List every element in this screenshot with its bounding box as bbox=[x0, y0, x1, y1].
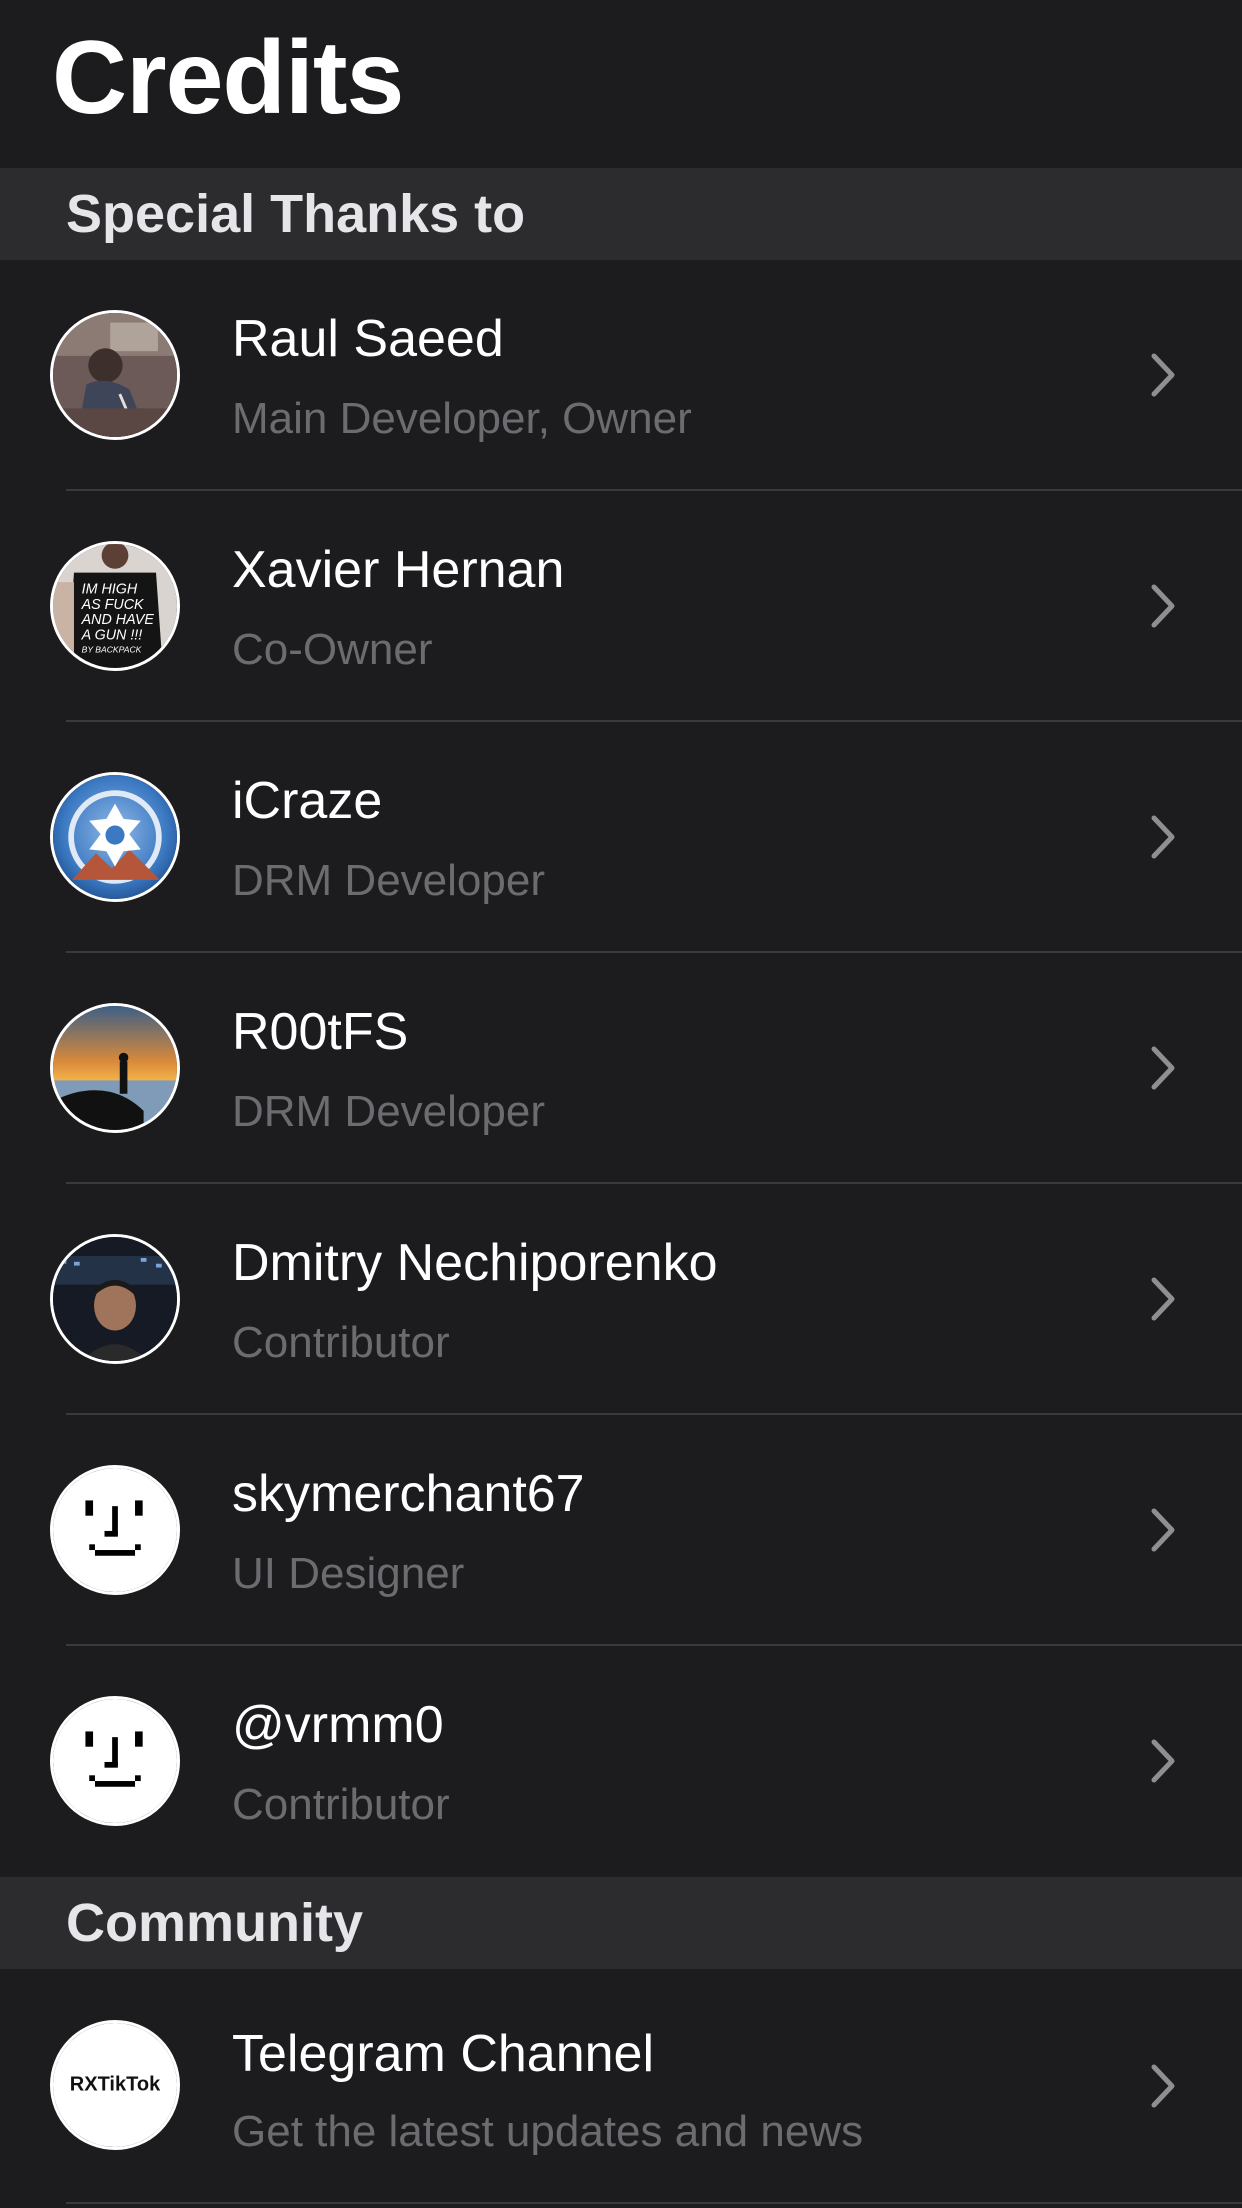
avatar bbox=[50, 310, 180, 440]
contributor-name: @vrmm0 bbox=[232, 1696, 444, 1754]
chevron-right-icon bbox=[1151, 1046, 1175, 1090]
chevron-right-icon bbox=[1151, 1508, 1175, 1552]
avatar: IM HIGH AS FUCK AND HAVE A GUN !!! BY BA… bbox=[50, 541, 180, 671]
avatar: RXTikTok bbox=[50, 2020, 180, 2150]
chevron-right-icon bbox=[1151, 815, 1175, 859]
section-header-label: Special Thanks to bbox=[66, 184, 526, 244]
chevron-right-icon bbox=[1151, 353, 1175, 397]
svg-text:IM HIGH: IM HIGH bbox=[82, 582, 138, 598]
avatar bbox=[50, 1234, 180, 1364]
section-header-community: Community bbox=[0, 1877, 1242, 1969]
community-row-telegram-channel[interactable]: RXTikTok Telegram Channel Get the latest… bbox=[0, 1969, 1242, 2208]
contributor-name: Raul Saeed bbox=[232, 310, 504, 368]
contributor-row-skymerchant67[interactable]: skymerchant67 UI Designer bbox=[0, 1415, 1242, 1646]
contributor-row-icraze[interactable]: iCraze DRM Developer bbox=[0, 722, 1242, 953]
contributor-name: Dmitry Nechiporenko bbox=[232, 1234, 718, 1292]
contributor-role: Contributor bbox=[232, 1318, 450, 1367]
svg-text:A GUN !!!: A GUN !!! bbox=[81, 627, 143, 643]
chevron-right-icon bbox=[1151, 1739, 1175, 1783]
svg-text:AS FUCK: AS FUCK bbox=[81, 597, 145, 613]
community-description: Get the latest updates and news bbox=[232, 2107, 864, 2156]
section-header-special-thanks: Special Thanks to bbox=[0, 168, 1242, 260]
avatar-label: RXTikTok bbox=[69, 2073, 161, 2096]
chevron-right-icon bbox=[1151, 1277, 1175, 1321]
contributor-row-vrmm0[interactable]: @vrmm0 Contributor bbox=[0, 1646, 1242, 1877]
avatar bbox=[50, 772, 180, 902]
contributor-name: Xavier Hernan bbox=[232, 541, 565, 599]
contributor-row-xavier-hernan[interactable]: IM HIGH AS FUCK AND HAVE A GUN !!! BY BA… bbox=[0, 491, 1242, 722]
section-header-label: Community bbox=[66, 1893, 363, 1953]
chevron-right-icon bbox=[1151, 2064, 1175, 2108]
contributor-role: Co-Owner bbox=[232, 625, 433, 674]
row-divider bbox=[66, 2202, 1242, 2204]
contributor-role: DRM Developer bbox=[232, 1087, 545, 1136]
contributor-role: UI Designer bbox=[232, 1549, 465, 1598]
avatar bbox=[50, 1696, 180, 1826]
community-name: Telegram Channel bbox=[232, 2025, 655, 2083]
navigation-header: Credits bbox=[0, 0, 1242, 168]
contributor-role: DRM Developer bbox=[232, 856, 545, 905]
svg-text:AND HAVE: AND HAVE bbox=[81, 612, 155, 628]
avatar bbox=[50, 1003, 180, 1133]
contributor-row-dmitry-nechiporenko[interactable]: Dmitry Nechiporenko Contributor bbox=[0, 1184, 1242, 1415]
contributor-row-raul-saeed[interactable]: Raul Saeed Main Developer, Owner bbox=[0, 260, 1242, 491]
contributor-row-r00tfs[interactable]: R00tFS DRM Developer bbox=[0, 953, 1242, 1184]
page-title: Credits bbox=[52, 20, 404, 136]
chevron-right-icon bbox=[1151, 584, 1175, 628]
contributor-name: R00tFS bbox=[232, 1003, 409, 1061]
avatar bbox=[50, 1465, 180, 1595]
svg-text:BY BACKPACK: BY BACKPACK bbox=[82, 645, 143, 655]
contributor-name: iCraze bbox=[232, 772, 383, 830]
contributor-name: skymerchant67 bbox=[232, 1465, 585, 1523]
contributor-role: Main Developer, Owner bbox=[232, 394, 692, 443]
contributor-role: Contributor bbox=[232, 1780, 450, 1829]
